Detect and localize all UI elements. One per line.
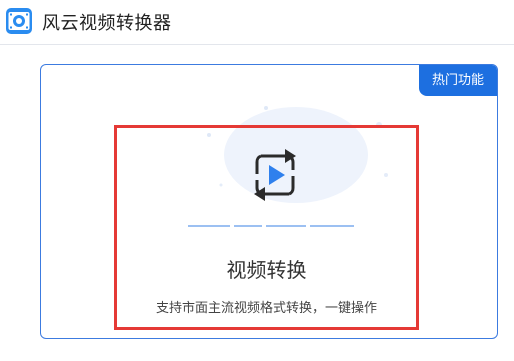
hot-feature-badge: 热门功能 bbox=[419, 65, 497, 96]
feature-title: 视频转换 bbox=[226, 258, 307, 282]
progress-divider bbox=[188, 225, 354, 227]
title-bar: 风云视频转换器 bbox=[0, 0, 514, 45]
video-convert-icon bbox=[254, 149, 296, 201]
video-app-icon bbox=[6, 8, 32, 34]
feature-description: 支持市面主流视频格式转换，一键操作 bbox=[155, 301, 377, 316]
app-title: 风云视频转换器 bbox=[42, 13, 172, 34]
